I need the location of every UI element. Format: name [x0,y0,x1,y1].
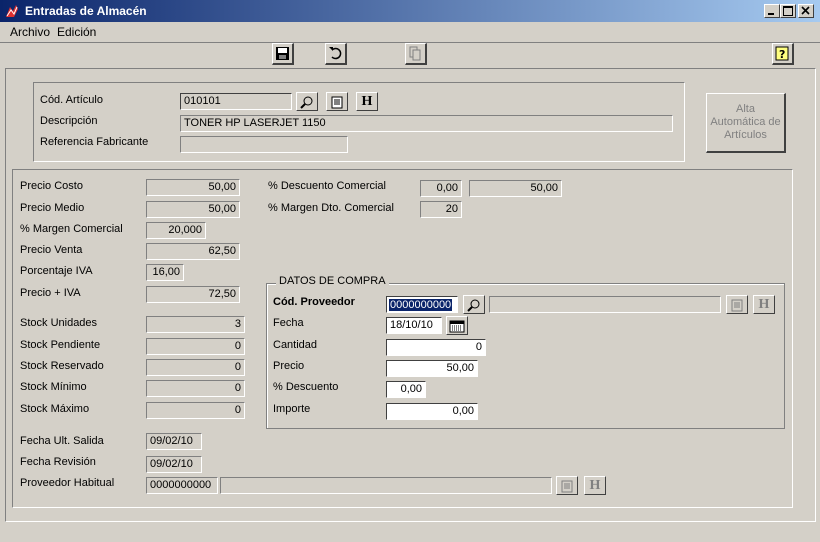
margen-dto-field: 20 [420,201,462,218]
descuento-input[interactable]: 0,00 [386,381,426,398]
menu-archivo[interactable]: Archivo [10,25,50,39]
fecha-revision-label: Fecha Revisión [20,456,96,468]
proveedor-habitual-code: 0000000000 [146,477,218,494]
stock-pendiente-label: Stock Pendiente [20,339,101,351]
porcentaje-iva-field: 16,00 [146,264,184,281]
fecha-ult-salida-label: Fecha Ult. Salida [20,435,104,447]
window-title: Entradas de Almacén [25,4,147,18]
floppy-disk-icon [276,47,289,60]
precio-medio-field: 50,00 [146,201,240,218]
proveedor-name-field [489,296,721,313]
precio-venta-label: Precio Venta [20,244,83,256]
referencia-field[interactable] [180,136,348,153]
app-icon [6,5,18,17]
search-proveedor-button[interactable] [463,295,485,314]
proveedor-notes-button[interactable] [726,295,748,314]
stock-minimo-label: Stock Mínimo [20,381,87,393]
cantidad-label: Cantidad [273,339,318,351]
history-articulo-button[interactable]: H [356,92,378,111]
margen-comercial-label: % Margen Comercial [20,223,123,235]
descripcion-label: Descripción [40,115,98,127]
descuento-label: % Descuento [273,381,339,393]
precio-medio-label: Precio Medio [20,202,85,214]
margen-comercial-field: 20,000 [146,222,206,239]
undo-arrow-icon [329,47,342,60]
copy-documents-icon [409,46,421,61]
minimize-icon [768,13,774,15]
precio-input[interactable]: 50,00 [386,360,478,377]
importe-input[interactable]: 0,00 [386,403,478,420]
margen-dto-label: % Margen Dto. Comercial [268,202,394,214]
cod-articulo-label: Cód. Artículo [40,94,103,106]
proveedor-history-button[interactable]: H [753,295,775,314]
stock-unidades-field: 3 [146,316,245,333]
stock-maximo-label: Stock Máximo [20,403,90,415]
importe-label: Importe [273,403,311,415]
stock-maximo-field: 0 [146,402,245,419]
descripcion-field[interactable]: TONER HP LASERJET 1150 [180,115,673,132]
proveedor-habitual-name [220,477,552,494]
stock-reservado-field: 0 [146,359,245,376]
precio-iva-field: 72,50 [146,286,240,303]
precio-iva-label: Precio + IVA [20,287,81,299]
stock-reservado-label: Stock Reservado [20,360,104,372]
search-icon [467,299,480,312]
cod-proveedor-input[interactable]: 0000000000 [386,296,458,313]
precio-costo-field: 50,00 [146,179,240,196]
descuento-comercial-value: 50,00 [469,180,562,197]
h-letter-icon: H [361,93,373,109]
calendar-icon [449,320,465,332]
maximize-icon [783,6,793,16]
save-button[interactable] [272,43,294,65]
stock-pendiente-field: 0 [146,338,245,355]
menu-edicion[interactable]: Edición [57,25,96,39]
close-button[interactable] [798,4,814,18]
precio-label: Precio [273,360,305,372]
help-question-icon: ? [775,46,789,61]
clipboard-icon [331,96,343,108]
minimize-button[interactable] [764,4,780,18]
fecha-input[interactable]: 18/10/10 [386,317,442,334]
proveedor-habitual-label: Proveedor Habitual [20,477,115,489]
clipboard-icon [731,299,743,311]
maximize-button[interactable] [780,4,796,18]
calendar-button[interactable] [446,316,468,335]
porcentaje-iva-label: Porcentaje IVA [20,265,93,277]
h-letter-icon: H [758,296,770,312]
fecha-ult-salida-field: 09/02/10 [146,433,202,450]
notes-articulo-button[interactable] [326,92,348,111]
cod-articulo-input[interactable]: 010101 [180,93,292,110]
stock-unidades-label: Stock Unidades [20,317,98,329]
proveedor-habitual-history-button[interactable]: H [584,476,606,495]
alta-automatica-button[interactable]: Alta Automática de Artículos [706,93,786,153]
fecha-label: Fecha [273,317,304,329]
search-icon [300,96,313,109]
cantidad-input[interactable]: 0 [386,339,486,356]
descuento-comercial-pct: 0,00 [420,180,462,197]
precio-costo-label: Precio Costo [20,180,83,192]
svg-text:?: ? [779,48,785,61]
undo-button[interactable] [325,43,347,65]
referencia-label: Referencia Fabricante [40,136,149,148]
fecha-revision-field: 09/02/10 [146,456,202,473]
search-articulo-button[interactable] [296,92,318,111]
precio-venta-field: 62,50 [146,243,240,260]
descuento-comercial-label: % Descuento Comercial [268,180,386,192]
datos-compra-title: DATOS DE COMPRA [276,275,389,287]
clipboard-icon [561,480,573,492]
close-icon [801,6,810,15]
stock-minimo-field: 0 [146,380,245,397]
copy-button[interactable] [405,43,427,65]
h-letter-icon: H [589,477,601,493]
help-button[interactable]: ? [772,43,794,65]
cod-proveedor-label: Cód. Proveedor [273,296,355,308]
proveedor-habitual-notes-button[interactable] [556,476,578,495]
